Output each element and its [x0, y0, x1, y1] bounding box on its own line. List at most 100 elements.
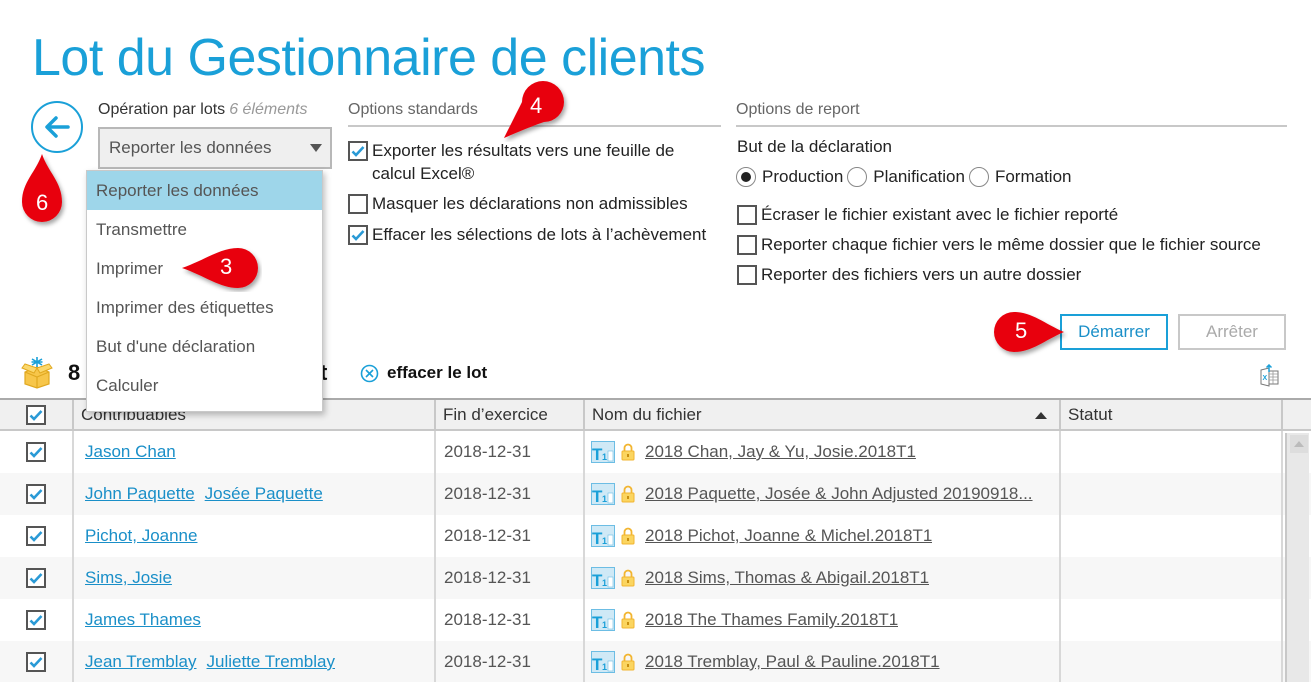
taxpayers-cell: John Paquette Josée Paquette [74, 473, 436, 515]
row-checkbox[interactable] [26, 484, 46, 504]
row-checkbox[interactable] [26, 652, 46, 672]
clear-selections-option[interactable]: Effacer les sélections de lots à l’achèv… [348, 223, 706, 246]
table-row[interactable]: Sims, Josie 2018-12-31 T 1 2018 Sims, Th… [0, 557, 1311, 599]
radio-production[interactable]: Production [736, 167, 843, 187]
radio-button[interactable] [968, 167, 989, 187]
vertical-scrollbar[interactable] [1285, 433, 1309, 682]
file-name-link[interactable]: 2018 Tremblay, Paul & Pauline.2018T1 [645, 652, 940, 672]
svg-text:1: 1 [602, 536, 607, 546]
batch-operation-label-text: Opération par lots [98, 101, 226, 118]
lock-icon [621, 569, 635, 587]
taxpayers-cell: Sims, Josie [74, 557, 436, 599]
taxpayers-cell: Jean Tremblay Juliette Tremblay [74, 641, 436, 682]
table-row[interactable]: John Paquette Josée Paquette 2018-12-31 T… [0, 473, 1311, 515]
row-checkbox[interactable] [26, 568, 46, 588]
t1-file-icon: T 1 [591, 483, 615, 505]
checkmark-icon [29, 573, 43, 584]
overwrite-checkbox[interactable] [737, 205, 757, 225]
row-checkbox[interactable] [26, 610, 46, 630]
file-name-cell: T 1 2018 Sims, Thomas & Abigail.2018T1 [585, 557, 1061, 599]
row-checkbox[interactable] [26, 526, 46, 546]
same-folder-checkbox[interactable] [737, 235, 757, 255]
start-button[interactable]: Démarrer [1060, 314, 1168, 350]
taxpayer-link[interactable]: Josée Paquette [205, 484, 323, 504]
export-excel-icon[interactable]: X [1258, 363, 1282, 393]
hide-ineligible-option[interactable]: Masquer les déclarations non admissibles [348, 192, 688, 215]
status-cell [1061, 515, 1283, 557]
checkmark-icon [29, 447, 43, 458]
row-select-cell [0, 599, 74, 641]
dropdown-option-but-declaration[interactable]: But d'une déclaration [87, 327, 322, 366]
overwrite-label: Écraser le fichier existant avec le fich… [761, 205, 1119, 224]
row-select-cell [0, 473, 74, 515]
other-folder-checkbox[interactable] [737, 265, 757, 285]
taxpayers-cell: Pichot, Joanne [74, 515, 436, 557]
taxpayers-cell: Jason Chan [74, 431, 436, 473]
checkmark-icon [29, 615, 43, 626]
overwrite-option[interactable]: Écraser le fichier existant avec le fich… [737, 203, 1118, 226]
clear-batch-link[interactable]: effacer le lot [360, 363, 487, 383]
dropdown-option-calculer[interactable]: Calculer [87, 366, 322, 405]
export-excel-label-line2: calcul Excel® [372, 164, 475, 183]
radio-planification[interactable]: Planification [847, 167, 965, 187]
t1-file-icon: T 1 [591, 441, 615, 463]
status-cell [1061, 431, 1283, 473]
batch-operation-label: Opération par lots 6 éléments [98, 101, 307, 119]
return-purpose-label: But de la déclaration [737, 137, 892, 156]
file-name-link[interactable]: 2018 The Thames Family.2018T1 [645, 610, 898, 630]
stop-button[interactable]: Arrêter [1178, 314, 1286, 350]
select-all-checkbox[interactable] [26, 404, 46, 425]
t1-file-icon: T 1 [591, 525, 615, 547]
taxpayers-cell: James Thames [74, 599, 436, 641]
other-folder-option[interactable]: Reporter des fichiers vers un autre doss… [737, 263, 1081, 286]
lock-icon [621, 443, 635, 461]
back-button[interactable] [31, 101, 83, 153]
column-header-status[interactable]: Statut [1061, 400, 1283, 429]
table-row[interactable]: Pichot, Joanne 2018-12-31 T 1 2018 Picho… [0, 515, 1311, 557]
taxpayer-link[interactable]: Jason Chan [85, 442, 176, 462]
file-name-link[interactable]: 2018 Sims, Thomas & Abigail.2018T1 [645, 568, 929, 588]
year-end-cell: 2018-12-31 [436, 599, 585, 641]
lock-icon [621, 485, 635, 503]
radio-button[interactable] [847, 167, 868, 187]
column-header-file-name[interactable]: Nom du fichier [585, 400, 1061, 429]
arrow-left-icon [45, 116, 70, 138]
table-row[interactable]: Jean Tremblay Juliette Tremblay 2018-12-3… [0, 641, 1311, 682]
hide-ineligible-label: Masquer les déclarations non admissibles [372, 194, 688, 213]
column-header-year-end[interactable]: Fin d’exercice [436, 400, 585, 429]
row-checkbox[interactable] [26, 442, 46, 462]
callout-4-label: 4 [530, 93, 543, 118]
taxpayer-link[interactable]: Juliette Tremblay [207, 652, 336, 672]
taxpayer-link[interactable]: James Thames [85, 610, 201, 630]
file-name-link[interactable]: 2018 Chan, Jay & Yu, Josie.2018T1 [645, 442, 916, 462]
same-folder-option[interactable]: Reporter chaque fichier vers le même dos… [737, 233, 1261, 256]
taxpayer-link[interactable]: Jean Tremblay [85, 652, 197, 672]
column-header-spacer [1283, 400, 1311, 429]
hide-ineligible-checkbox[interactable] [348, 194, 368, 214]
radio-formation[interactable]: Formation [968, 167, 1071, 187]
year-end-cell: 2018-12-31 [436, 473, 585, 515]
radio-button[interactable] [736, 167, 756, 187]
taxpayer-link[interactable]: Pichot, Joanne [85, 526, 197, 546]
file-name-cell: T 1 2018 The Thames Family.2018T1 [585, 599, 1061, 641]
status-cell [1061, 599, 1283, 641]
table-row[interactable]: Jason Chan 2018-12-31 T 1 2018 Chan, Jay… [0, 431, 1311, 473]
dropdown-option-transmettre[interactable]: Transmettre [87, 210, 322, 249]
taxpayer-link[interactable]: Sims, Josie [85, 568, 172, 588]
year-end-cell: 2018-12-31 [436, 557, 585, 599]
dropdown-option-reporter[interactable]: Reporter les données [87, 171, 322, 210]
file-name-link[interactable]: 2018 Paquette, Josée & John Adjusted 201… [645, 484, 1033, 504]
export-excel-checkbox[interactable] [348, 141, 368, 161]
chevron-down-icon [310, 144, 322, 152]
other-folder-label: Reporter des fichiers vers un autre doss… [761, 265, 1082, 284]
lock-icon [621, 527, 635, 545]
taxpayer-link[interactable]: John Paquette [85, 484, 195, 504]
scroll-up-button[interactable] [1290, 435, 1308, 453]
clear-selections-checkbox[interactable] [348, 225, 368, 245]
file-name-link[interactable]: 2018 Pichot, Joanne & Michel.2018T1 [645, 526, 932, 546]
file-name-cell: T 1 2018 Chan, Jay & Yu, Josie.2018T1 [585, 431, 1061, 473]
table-row[interactable]: James Thames 2018-12-31 T 1 2018 The Tha… [0, 599, 1311, 641]
file-name-cell: T 1 2018 Tremblay, Paul & Pauline.2018T1 [585, 641, 1061, 682]
return-purpose-radio-group: Production Planification Formation [736, 167, 1075, 187]
batch-operation-select[interactable]: Reporter les données [98, 127, 332, 169]
